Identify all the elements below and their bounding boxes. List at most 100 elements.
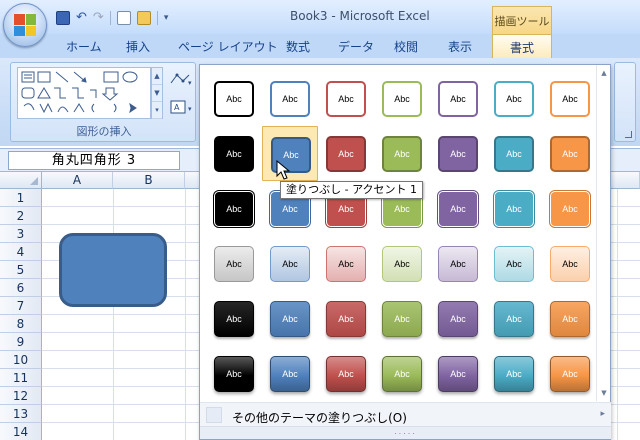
style-swatch-light-3[interactable]: Abc [374, 236, 430, 291]
redo-icon[interactable]: ↷ [93, 11, 104, 25]
name-box[interactable]: 角丸四角形 3 [8, 151, 180, 170]
style-swatch-light-2[interactable]: Abc [318, 236, 374, 291]
row-header[interactable]: 6 [0, 279, 42, 297]
row-header[interactable]: 5 [0, 261, 42, 279]
row-header[interactable]: 2 [0, 207, 42, 225]
style-swatch-intense-1[interactable]: Abc [262, 291, 318, 346]
vertical-textbox-shape-icon [37, 71, 51, 83]
column-header-b[interactable]: B [113, 172, 185, 189]
textbox-icon[interactable]: A ▾ [169, 99, 193, 115]
shapes-gallery-scroll[interactable]: ▲ ▼ ▾ [151, 67, 163, 119]
style-swatch-gloss-3[interactable]: Abc [374, 346, 430, 401]
style-swatch-intense-3[interactable]: Abc [374, 291, 430, 346]
scroll-up-icon[interactable]: ▲ [597, 66, 611, 80]
swatch-label: Abc [270, 81, 310, 117]
row-header[interactable]: 1 [0, 189, 42, 207]
tab-review[interactable]: 校閲 [394, 38, 418, 55]
swatch-label: Abc [494, 301, 534, 337]
style-swatch-gloss-1[interactable]: Abc [262, 346, 318, 401]
style-swatch-gloss-2[interactable]: Abc [318, 346, 374, 401]
style-swatch-solid-3[interactable]: Abc [374, 126, 430, 181]
tab-insert[interactable]: 挿入 [126, 38, 150, 55]
customize-qat-dropdown-icon[interactable]: ▾ [164, 13, 169, 23]
tab-home[interactable]: ホーム [66, 38, 102, 55]
svg-text:▾: ▾ [188, 79, 192, 87]
tab-format[interactable]: 書式 [492, 34, 552, 58]
resize-grip[interactable]: ..... [200, 426, 611, 439]
open-folder-icon[interactable] [136, 11, 151, 25]
style-swatch-light-6[interactable]: Abc [542, 236, 598, 291]
style-swatch-intense-0[interactable]: Abc [206, 291, 262, 346]
row-header[interactable]: 4 [0, 243, 42, 261]
rounded-rectangle-shape[interactable] [59, 233, 167, 307]
style-swatch-solid-4[interactable]: Abc [430, 126, 486, 181]
swatch-label: Abc [438, 356, 478, 392]
row-header[interactable]: 13 [0, 405, 42, 423]
star-shape-icon [129, 102, 137, 114]
dialog-launcher-icon[interactable] [625, 131, 632, 138]
style-swatch-intense-4[interactable]: Abc [430, 291, 486, 346]
style-swatch-light-5[interactable]: Abc [486, 236, 542, 291]
edit-shape-icon[interactable]: ▾ [169, 71, 193, 87]
style-swatch-outline-1[interactable]: Abc [262, 71, 318, 126]
style-swatch-soft-4[interactable]: Abc [430, 181, 486, 236]
style-swatch-gloss-0[interactable]: Abc [206, 346, 262, 401]
style-swatch-outline-2[interactable]: Abc [318, 71, 374, 126]
style-swatch-intense-6[interactable]: Abc [542, 291, 598, 346]
style-swatch-intense-5[interactable]: Abc [486, 291, 542, 346]
style-swatch-gloss-4[interactable]: Abc [430, 346, 486, 401]
save-icon[interactable] [56, 11, 70, 25]
style-swatch-outline-0[interactable]: Abc [206, 71, 262, 126]
style-swatch-soft-6[interactable]: Abc [542, 181, 598, 236]
swatch-label: Abc [214, 246, 254, 282]
style-swatch-outline-4[interactable]: Abc [430, 71, 486, 126]
style-swatch-gloss-5[interactable]: Abc [486, 346, 542, 401]
style-swatch-outline-6[interactable]: Abc [542, 71, 598, 126]
expand-gallery-icon[interactable]: ▾ [152, 102, 162, 119]
chevron-down-icon[interactable]: ▼ [152, 85, 162, 102]
row-header[interactable]: 7 [0, 297, 42, 315]
select-all-corner[interactable] [0, 172, 42, 189]
print-preview-icon[interactable] [116, 11, 131, 25]
style-swatch-soft-5[interactable]: Abc [486, 181, 542, 236]
row-header[interactable]: 12 [0, 387, 42, 405]
style-swatch-solid-0[interactable]: Abc [206, 126, 262, 181]
style-swatch-light-0[interactable]: Abc [206, 236, 262, 291]
chevron-up-icon[interactable]: ▲ [152, 68, 162, 85]
swatch-label: Abc [494, 246, 534, 282]
style-swatch-light-1[interactable]: Abc [262, 236, 318, 291]
row-header[interactable]: 11 [0, 369, 42, 387]
swatch-label: Abc [550, 301, 590, 337]
insert-shapes-group: ▲ ▼ ▾ ▾ A ▾ 図形の挿入 [10, 62, 196, 142]
undo-icon[interactable]: ↶ [76, 11, 87, 25]
style-swatch-gloss-6[interactable]: Abc [542, 346, 598, 401]
swatch-label: Abc [326, 356, 366, 392]
style-swatch-solid-1[interactable]: Abc [262, 126, 318, 181]
style-swatch-solid-2[interactable]: Abc [318, 126, 374, 181]
scroll-down-icon[interactable]: ▼ [597, 386, 611, 400]
style-swatch-outline-3[interactable]: Abc [374, 71, 430, 126]
row-header[interactable]: 8 [0, 315, 42, 333]
row-header[interactable]: 3 [0, 225, 42, 243]
row-header[interactable]: 9 [0, 333, 42, 351]
tab-data[interactable]: データ [338, 38, 374, 55]
tab-formulas[interactable]: 数式 [286, 38, 310, 55]
style-swatch-solid-5[interactable]: Abc [486, 126, 542, 181]
tab-page-layout[interactable]: ページ レイアウト [178, 38, 278, 55]
elbow-connector-icon [54, 87, 66, 99]
more-theme-fills-item[interactable]: その他のテーマの塗りつぶし(O) ▸ [200, 402, 611, 427]
style-swatch-soft-0[interactable]: Abc [206, 181, 262, 236]
office-button[interactable] [3, 3, 47, 47]
right-brace-icon [113, 103, 117, 113]
shapes-gallery[interactable] [17, 67, 151, 119]
style-swatch-light-4[interactable]: Abc [430, 236, 486, 291]
row-header[interactable]: 10 [0, 351, 42, 369]
style-swatch-intense-2[interactable]: Abc [318, 291, 374, 346]
style-swatch-solid-6[interactable]: Abc [542, 126, 598, 181]
tab-view[interactable]: 表示 [448, 38, 472, 55]
row-header[interactable]: 14 [0, 423, 42, 440]
rounded-rect-shape-icon [21, 87, 35, 99]
column-header-a[interactable]: A [42, 172, 113, 189]
gallery-scrollbar[interactable]: ▲ ▼ [596, 65, 610, 401]
style-swatch-outline-5[interactable]: Abc [486, 71, 542, 126]
